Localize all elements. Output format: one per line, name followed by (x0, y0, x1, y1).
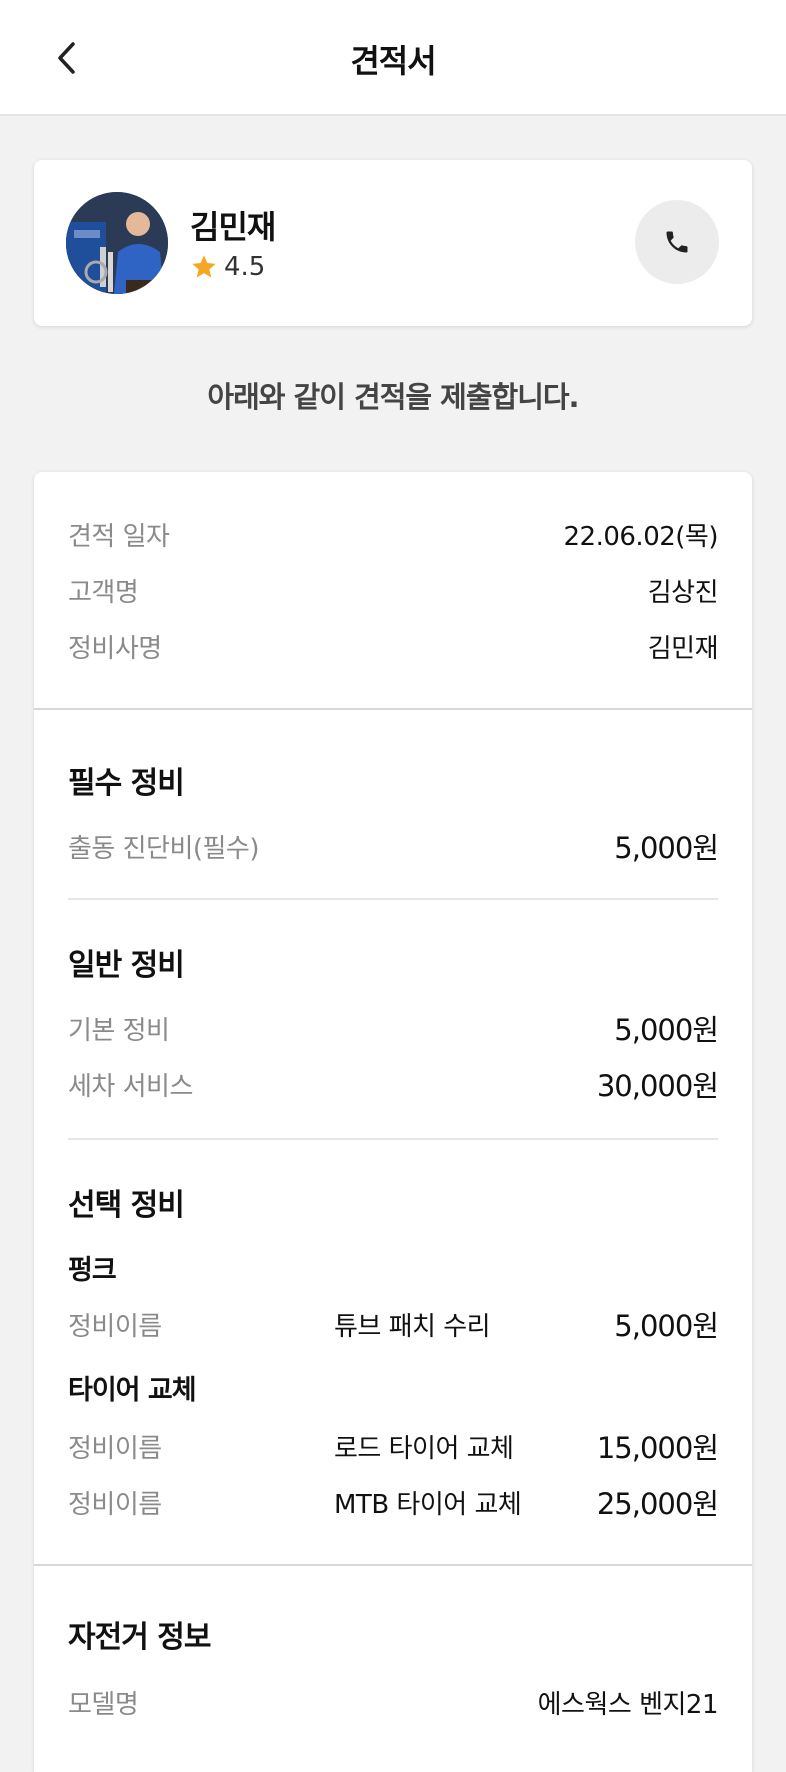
bike-label: 모델명 (68, 1689, 139, 1720)
bike-row-model: 모델명 에스웍스 벤지21 (68, 1682, 719, 1722)
intro-text: 아래와 같이 견적을 제출합니다. (207, 380, 579, 414)
info-row-mechanic: 정비사명 김민재 (68, 626, 719, 666)
quote-card: 견적 일자 22.06.02(목) 고객명 김상진 정비사명 김민재 필수 정비… (34, 472, 752, 1772)
optional-item: 정비이름 튜브 패치 수리 5,000원 (68, 1304, 719, 1344)
section-title-general: 일반 정비 (68, 948, 185, 983)
item-name: 로드 타이어 교체 (334, 1433, 514, 1464)
info-value: 김민재 (647, 633, 719, 664)
page-title: 견적서 (350, 42, 436, 80)
divider (34, 1564, 752, 1566)
divider (68, 898, 718, 900)
star-icon (192, 255, 216, 278)
section-title-required: 필수 정비 (68, 766, 185, 801)
item-price: 15,000원 (596, 1431, 719, 1465)
optional-item: 정비이름 로드 타이어 교체 15,000원 (68, 1426, 719, 1466)
item-price: 5,000원 (614, 831, 719, 865)
general-item: 세차 서비스 30,000원 (68, 1064, 719, 1104)
item-price: 25,000원 (596, 1487, 719, 1521)
item-label: 출동 진단비(필수) (68, 833, 260, 864)
info-row-customer: 고객명 김상진 (68, 570, 719, 610)
item-price: 30,000원 (596, 1069, 719, 1103)
item-label: 정비이름 (68, 1433, 162, 1464)
item-label: 정비이름 (68, 1311, 162, 1342)
item-price: 5,000원 (614, 1013, 719, 1047)
avatar (66, 192, 168, 294)
rating: 4.5 (190, 252, 265, 282)
general-item: 기본 정비 5,000원 (68, 1008, 719, 1048)
info-label: 견적 일자 (68, 521, 170, 552)
divider (68, 1138, 718, 1140)
item-label: 정비이름 (68, 1489, 162, 1520)
call-button[interactable] (635, 200, 719, 284)
item-label: 세차 서비스 (68, 1071, 193, 1102)
bike-value: 에스웍스 벤지21 (537, 1689, 719, 1720)
divider (34, 708, 752, 710)
info-value: 김상진 (647, 577, 719, 608)
optional-item: 정비이름 MTB 타이어 교체 25,000원 (68, 1482, 719, 1522)
mechanic-name: 김민재 (190, 208, 276, 246)
info-value: 22.06.02(목) (563, 521, 719, 552)
group-title-tire: 타이어 교체 (68, 1375, 197, 1406)
required-item: 출동 진단비(필수) 5,000원 (68, 826, 719, 866)
info-label: 고객명 (68, 577, 139, 608)
phone-icon (666, 231, 688, 253)
rating-value: 4.5 (224, 252, 266, 282)
item-name: MTB 타이어 교체 (334, 1489, 522, 1520)
group-title-puncture: 펑크 (68, 1255, 117, 1286)
mechanic-profile-card: 김민재 4.5 (34, 160, 752, 326)
section-title-optional: 선택 정비 (68, 1188, 185, 1223)
info-label: 정비사명 (68, 633, 162, 664)
item-name: 튜브 패치 수리 (334, 1311, 491, 1342)
item-price: 5,000원 (614, 1309, 719, 1343)
info-row-date: 견적 일자 22.06.02(목) (68, 514, 718, 554)
section-title-bike: 자전거 정보 (68, 1620, 211, 1655)
app-header: 견적서 (0, 0, 786, 116)
item-label: 기본 정비 (68, 1015, 170, 1046)
